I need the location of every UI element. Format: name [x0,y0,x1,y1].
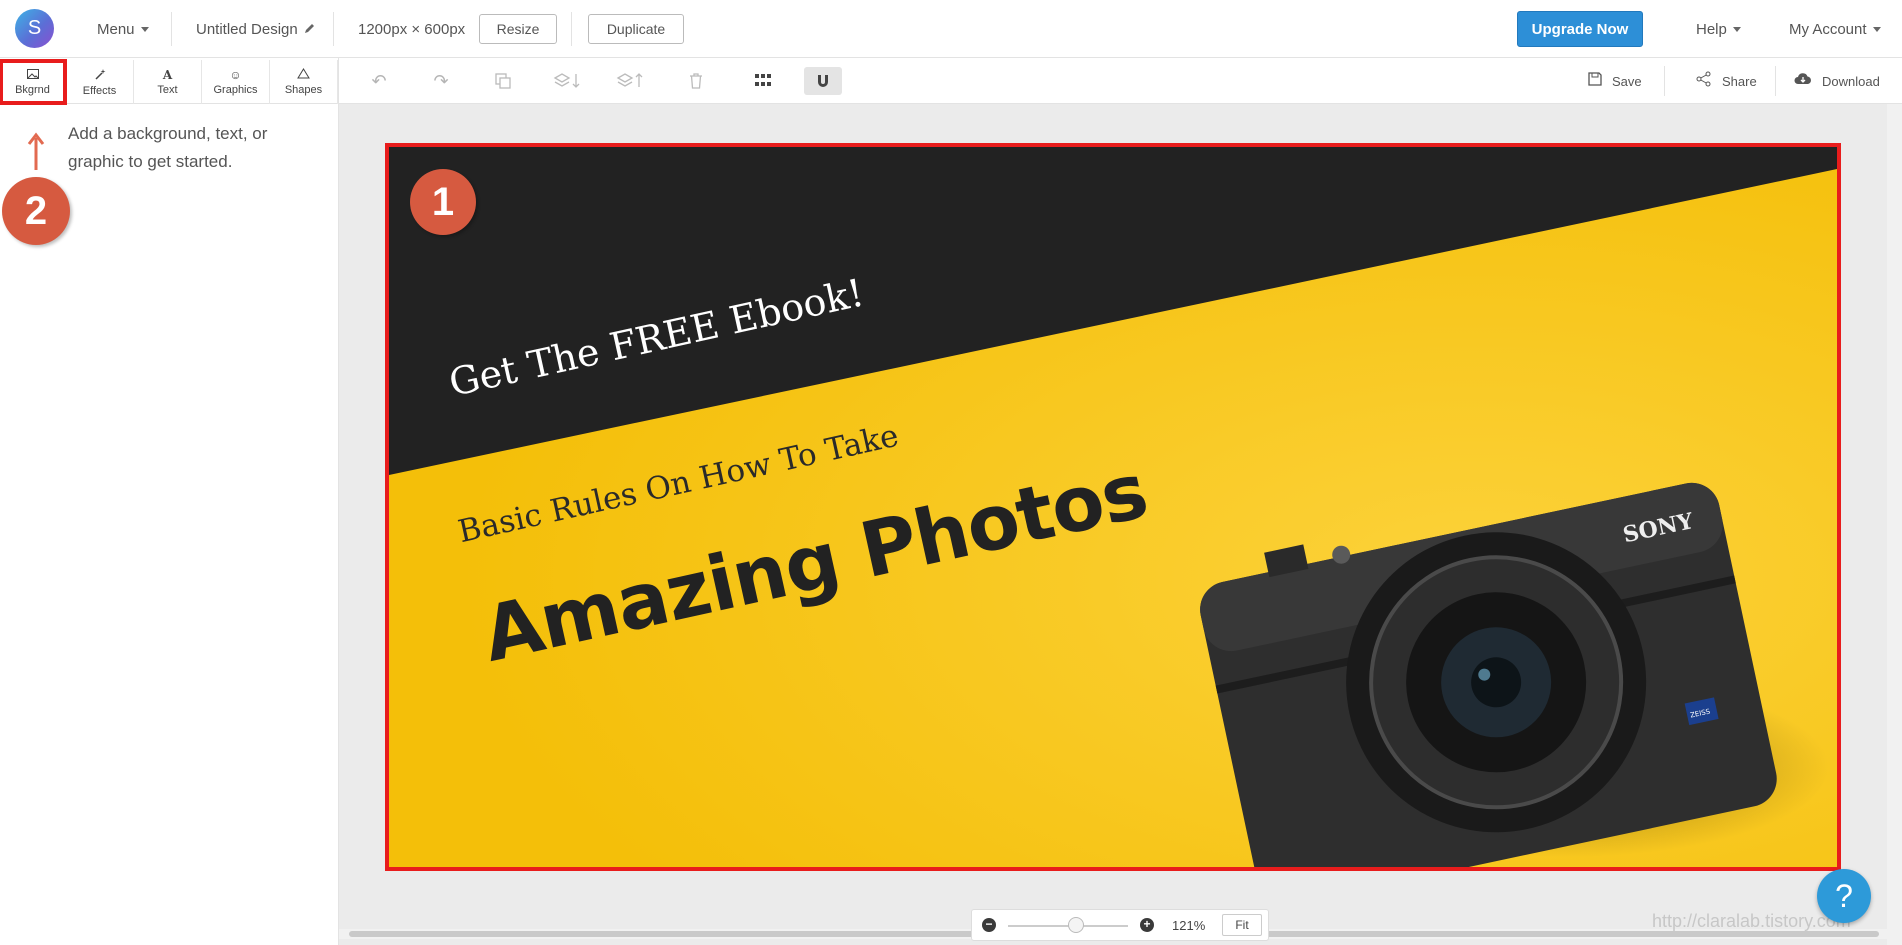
save-label: Save [1612,73,1642,89]
help-button[interactable]: ? [1817,869,1871,923]
divider [333,12,334,46]
fit-label: Fit [1235,918,1249,932]
resize-button[interactable]: Resize [479,14,557,44]
question-icon: ? [1835,877,1853,914]
smiley-icon: ☺ [229,67,242,82]
divider [1775,66,1776,96]
tab-graphics[interactable]: ☺ Graphics [202,60,270,104]
triangle-icon [297,68,310,81]
design-title-label: Untitled Design [196,20,298,38]
annotation-badge-1: 1 [410,169,476,235]
top-bar: S Menu Untitled Design 1200px × 600px Re… [0,0,1902,58]
download-label: Download [1822,73,1880,89]
tab-background[interactable]: Bkgrnd [0,59,67,105]
chevron-down-icon [140,26,149,32]
menu-label: Menu [97,20,135,38]
annotation-badge-2: 2 [2,177,70,245]
account-dropdown[interactable]: My Account [1789,0,1881,58]
design-title[interactable]: Untitled Design [196,0,316,58]
save-button[interactable]: Save [1588,58,1642,104]
watermark: http://claralab.tistory.com [1652,911,1851,931]
text-icon: A [162,67,173,82]
dimensions-label: 1200px × 600px [358,20,466,38]
design-canvas[interactable]: SONY ZEISS Get The FREE Ebook! Basic Rul… [385,143,1841,871]
fit-button[interactable]: Fit [1222,914,1262,936]
tab-text[interactable]: A Text [134,60,202,104]
vertical-scrollbar[interactable] [1887,104,1902,945]
resize-label: Resize [496,21,540,37]
divider [171,12,172,46]
zoom-bar: − + 121% Fit [971,909,1269,941]
share-label: Share [1722,73,1757,89]
tab-text-label: Text [157,83,178,96]
chevron-down-icon [1732,26,1741,32]
floppy-icon [1588,72,1602,90]
zoom-level: 121% [1172,918,1206,933]
canvas-dimensions: 1200px × 600px [358,0,465,58]
help-dropdown[interactable]: Help [1696,0,1741,58]
trash-icon[interactable] [684,68,708,94]
grid-icon[interactable] [751,68,775,94]
logo-letter: S [27,17,42,39]
tab-effects-label: Effects [82,84,117,97]
tab-shapes-label: Shapes [284,84,323,96]
wand-icon [94,68,106,82]
menu-dropdown[interactable]: Menu [97,0,149,58]
cloud-download-icon [1794,72,1812,90]
account-label: My Account [1789,20,1867,38]
upgrade-now-button[interactable]: Upgrade Now [1517,11,1643,47]
zoom-in-icon[interactable]: + [1140,918,1154,932]
badge-2-number: 2 [24,188,48,233]
panel-hint: Add a background, text, or graphic to ge… [68,124,268,171]
redo-icon[interactable]: ↷ [429,68,453,94]
tab-background-label: Bkgrnd [15,83,50,96]
tab-effects[interactable]: Effects [66,60,134,104]
bring-forward-icon[interactable] [614,68,646,94]
divider [571,12,572,46]
zoom-out-icon[interactable]: − [982,918,996,932]
pencil-icon [304,21,316,38]
badge-1-number: 1 [431,179,455,224]
chevron-down-icon [1872,26,1881,32]
duplicate-button[interactable]: Duplicate [588,14,684,44]
undo-icon[interactable]: ↶ [367,68,391,94]
app-logo[interactable]: S [15,9,54,48]
image-icon [26,68,39,81]
upgrade-label: Upgrade Now [1531,20,1629,38]
help-label: Help [1696,20,1727,38]
send-backward-icon[interactable] [551,68,583,94]
zoom-slider-handle[interactable] [1068,917,1084,933]
duplicate-label: Duplicate [606,21,666,37]
share-button[interactable]: Share [1696,58,1757,104]
tab-shapes[interactable]: Shapes [270,60,338,104]
copy-icon[interactable] [491,68,515,94]
download-button[interactable]: Download [1794,58,1880,104]
magnet-icon[interactable] [804,67,842,95]
divider [1664,66,1665,96]
share-icon [1696,71,1712,91]
arrow-up-icon [27,132,45,170]
tab-graphics-label: Graphics [213,83,258,96]
